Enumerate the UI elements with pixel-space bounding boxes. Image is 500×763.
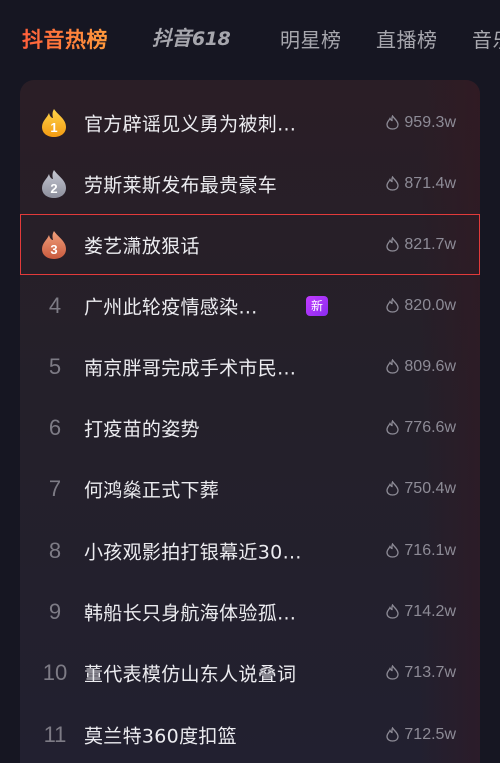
heat-flame-icon xyxy=(386,665,400,680)
hot-item-title: 广州此轮疫情感染… xyxy=(84,296,258,318)
hot-item-title: 何鸿燊正式下葬 xyxy=(84,479,220,501)
hot-list-item[interactable]: 10 董代表模仿山东人说叠词 713.7w xyxy=(20,642,480,703)
hot-item-title: 南京胖哥完成手术市民… xyxy=(84,357,297,379)
heat-number: 750.4w xyxy=(404,479,456,497)
heat-value: 714.2w xyxy=(386,603,456,621)
svg-text:1: 1 xyxy=(50,120,57,135)
heat-number: 713.7w xyxy=(404,663,456,681)
hot-list-item[interactable]: 11 莫兰特360度扣篮 712.5w xyxy=(20,704,480,763)
new-badge: 新 xyxy=(306,295,328,316)
heat-flame-icon xyxy=(386,481,400,496)
heat-value: 713.7w xyxy=(386,664,456,682)
heat-value: 959.3w xyxy=(386,114,456,132)
bronze-medal-flame-icon: 3 xyxy=(42,230,66,259)
heat-value: 712.5w xyxy=(386,726,456,744)
rank-number: 10 xyxy=(42,659,68,685)
heat-number: 809.6w xyxy=(404,357,456,375)
hot-item-title: 打疫苗的姿势 xyxy=(84,418,200,440)
heat-value: 821.7w xyxy=(386,236,456,254)
hot-list-item[interactable]: 7 何鸿燊正式下葬 750.4w xyxy=(20,458,480,519)
heat-value: 716.1w xyxy=(386,542,456,560)
tab-618-logo-num: 618 xyxy=(192,28,231,50)
heat-number: 959.3w xyxy=(404,113,456,131)
hot-list-item[interactable]: 4 广州此轮疫情感染… 新 820.0w xyxy=(20,275,480,336)
tab-star-list[interactable]: 明星榜 xyxy=(280,24,342,53)
tab-music-list[interactable]: 音乐 xyxy=(472,24,500,53)
hot-item-title: 劳斯莱斯发布最贵豪车 xyxy=(84,174,278,196)
hot-item-title: 董代表模仿山东人说叠词 xyxy=(84,663,297,685)
hot-item-title: 韩船长只身航海体验孤… xyxy=(84,602,297,624)
heat-flame-icon xyxy=(386,359,400,374)
heat-flame-icon xyxy=(386,237,400,252)
rank-number: 11 xyxy=(43,721,67,747)
hot-item-title: 小孩观影拍打银幕近30… xyxy=(84,541,302,563)
hot-list-item[interactable]: 3 娄艺潇放狠话 821.7w xyxy=(20,214,480,275)
heat-flame-icon xyxy=(386,115,400,130)
heat-value: 871.4w xyxy=(386,175,456,193)
tab-618-logo-text: 抖音 xyxy=(152,26,192,50)
heat-value: 750.4w xyxy=(386,480,456,498)
hot-item-title: 娄艺潇放狠话 xyxy=(84,235,200,257)
hot-list-item[interactable]: 8 小孩观影拍打银幕近30… 716.1w xyxy=(20,520,480,581)
hot-item-title: 官方辟谣见义勇为被刺… xyxy=(84,113,297,135)
heat-flame-icon xyxy=(386,420,400,435)
rank-number: 9 xyxy=(48,598,62,624)
heat-flame-icon xyxy=(386,176,400,191)
heat-flame-icon xyxy=(386,298,400,313)
heat-value: 820.0w xyxy=(386,297,456,315)
heat-flame-icon xyxy=(386,543,400,558)
silver-medal-flame-icon: 2 xyxy=(42,169,66,198)
heat-value: 776.6w xyxy=(386,419,456,437)
heat-number: 716.1w xyxy=(404,541,456,559)
rank-number: 7 xyxy=(48,475,62,501)
heat-number: 820.0w xyxy=(404,296,456,314)
hot-list-item[interactable]: 1 官方辟谣见义勇为被刺… 959.3w xyxy=(20,92,480,153)
heat-flame-icon xyxy=(386,604,400,619)
tab-douyin-618[interactable]: 抖音618 xyxy=(152,22,231,51)
tab-live-list[interactable]: 直播榜 xyxy=(376,24,438,53)
heat-number: 821.7w xyxy=(404,235,456,253)
heat-value: 809.6w xyxy=(386,358,456,376)
heat-number: 714.2w xyxy=(404,602,456,620)
rank-number: 8 xyxy=(48,537,62,563)
hot-item-title: 莫兰特360度扣篮 xyxy=(84,725,237,747)
heat-number: 871.4w xyxy=(404,174,456,192)
tab-bar: 抖音热榜 抖音618 明星榜 直播榜 音乐 xyxy=(0,0,500,78)
svg-text:3: 3 xyxy=(50,242,57,257)
heat-number: 776.6w xyxy=(404,418,456,436)
hot-list-item[interactable]: 2 劳斯莱斯发布最贵豪车 871.4w xyxy=(20,153,480,214)
hot-list-item[interactable]: 9 韩船长只身航海体验孤… 714.2w xyxy=(20,581,480,642)
hot-list-page: 抖音热榜 抖音618 明星榜 直播榜 音乐 1 官方辟谣见义勇为被刺… 959.3w… xyxy=(0,0,500,763)
svg-text:2: 2 xyxy=(50,181,57,196)
rank-number: 4 xyxy=(48,292,62,318)
rank-number: 6 xyxy=(48,414,62,440)
hot-list-item[interactable]: 5 南京胖哥完成手术市民… 809.6w xyxy=(20,336,480,397)
heat-flame-icon xyxy=(386,727,400,742)
heat-number: 712.5w xyxy=(404,725,456,743)
rank-number: 5 xyxy=(48,353,62,379)
hot-list-item[interactable]: 6 打疫苗的姿势 776.6w xyxy=(20,397,480,458)
tab-douyin-hot[interactable]: 抖音热榜 xyxy=(22,24,108,54)
gold-medal-flame-icon: 1 xyxy=(42,108,66,137)
